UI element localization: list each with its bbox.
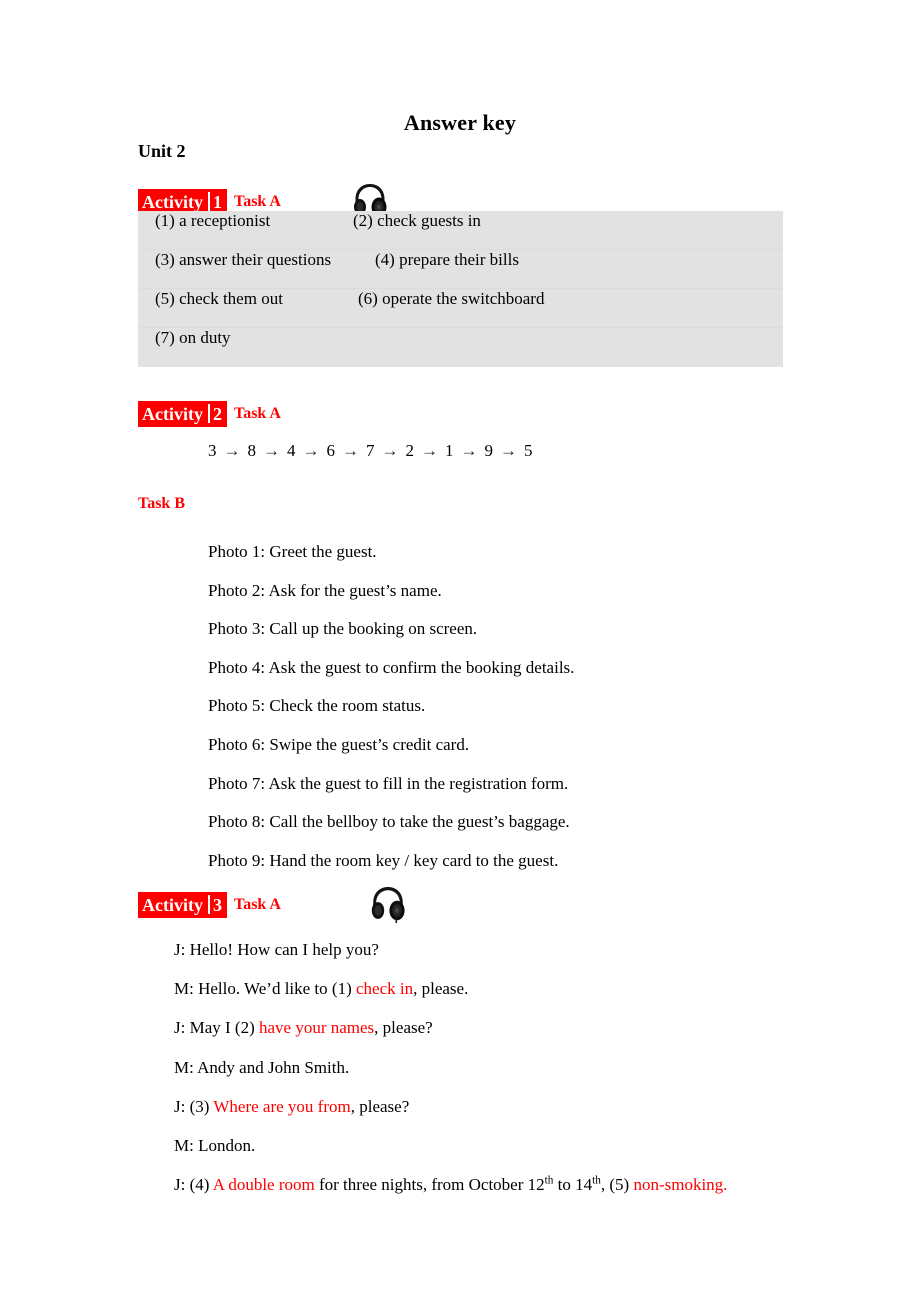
- dialogue-answer: non-smoking.: [633, 1175, 728, 1195]
- arrow-icon: →: [381, 441, 399, 460]
- activity-2-badge-number: 2: [212, 403, 222, 424]
- arrow-icon: →: [223, 441, 241, 460]
- activity-2-photo-list: Photo 1: Greet the guest. Photo 2: Ask f…: [208, 533, 868, 880]
- activity-badge-separator: [207, 895, 210, 914]
- list-item: Photo 3: Call up the booking on screen.: [208, 619, 478, 639]
- sequence-number: 5: [524, 441, 533, 460]
- sequence-number: 2: [405, 441, 415, 460]
- dialogue-line: M: Andy and John Smith.: [174, 1048, 894, 1087]
- list-item: Photo 7: Ask the guest to fill in the re…: [208, 773, 569, 793]
- activity-3-badge-number: 3: [212, 894, 222, 915]
- headphones-icon: [370, 884, 406, 924]
- sequence-number: 1: [445, 441, 454, 460]
- dialogue-text: M: London.: [174, 1135, 256, 1155]
- sequence-number: 4: [287, 441, 296, 460]
- activity-2-task-b-label: Task B: [138, 495, 185, 512]
- activity-1-badge-word: Activity: [142, 191, 203, 212]
- answer-row: (1) a receptionist (2) check guests in: [138, 211, 783, 250]
- answer-row: (7) on duty: [138, 328, 783, 367]
- dialogue-text: , please?: [350, 1096, 410, 1116]
- dialogue-answer: A double room: [212, 1175, 315, 1195]
- dialogue-answer: check in: [355, 979, 414, 999]
- dialogue-text: J: (4): [174, 1175, 213, 1195]
- dialogue-text: M: Hello. We’d like to (1): [174, 979, 356, 999]
- ordinal-suffix: th: [592, 1174, 601, 1187]
- dialogue-text: , please?: [374, 1018, 433, 1038]
- activity-2-header: Activity 2 Task A: [138, 401, 281, 427]
- dialogue-text: J: Hello! How can I help you?: [174, 940, 379, 959]
- activity-2-task-a-label: Task A: [233, 405, 281, 422]
- arrow-icon: →: [342, 441, 359, 460]
- dialogue-text: to 14: [553, 1175, 593, 1195]
- list-item: Photo 4: Ask the guest to confirm the bo…: [208, 657, 575, 677]
- list-item: Photo 9: Hand the room key / key card to…: [208, 850, 559, 870]
- sequence-number: 8: [247, 441, 257, 460]
- answer-cell: (6) operate the switchboard: [358, 289, 545, 308]
- dialogue-line-final: J: (4) A double room for three nights, f…: [174, 1165, 894, 1204]
- activity-2-badge: Activity 2: [138, 401, 227, 427]
- activity-3-task-label: Task A: [233, 896, 281, 913]
- activity-3-badge: Activity 3: [138, 892, 227, 918]
- sequence-number: 3: [208, 441, 217, 460]
- page-title: Answer key: [403, 110, 517, 135]
- answer-row: (3) answer their questions (4) prepare t…: [138, 250, 783, 289]
- sequence-number: 9: [484, 441, 494, 460]
- answer-cell: (1) a receptionist: [155, 211, 271, 230]
- answer-row: (5) check them out (6) operate the switc…: [138, 289, 783, 328]
- dialogue-text: , (5): [600, 1175, 634, 1195]
- sequence-number: 6: [326, 441, 336, 460]
- activity-1-answer-block: (1) a receptionist (2) check guests in (…: [138, 211, 783, 367]
- activity-2-sequence: 3 → 8 → 4 → 6 → 7 → 2 → 1 → 9 → 5: [208, 441, 533, 461]
- dialogue-line: J: May I (2) have your names, please?: [174, 1008, 894, 1047]
- answer-cell: (5) check them out: [155, 289, 283, 308]
- arrow-icon: →: [302, 441, 320, 460]
- activity-3-header: Activity 3 Task A: [138, 892, 281, 918]
- answer-key-page: Answer key Unit 2 Activity 1 Task A (1) …: [0, 0, 920, 1302]
- list-item: Photo 5: Check the room status.: [208, 696, 426, 716]
- dialogue-text: J: (3): [174, 1096, 214, 1116]
- dialogue-line: J: Hello! How can I help you?: [174, 930, 894, 969]
- answer-cell: (3) answer their questions: [155, 250, 332, 269]
- dialogue-text: , please.: [413, 979, 469, 999]
- list-item: Photo 6: Swipe the guest’s credit card.: [208, 734, 470, 754]
- list-item: Photo 8: Call the bellboy to take the gu…: [208, 812, 570, 832]
- activity-1-task-label: Task A: [233, 193, 281, 210]
- dialogue-text: for three nights, from October 12: [314, 1175, 545, 1195]
- unit-heading: Unit 2: [138, 141, 186, 161]
- sequence-number: 7: [366, 441, 375, 460]
- dialogue-answer: Where are you from: [213, 1096, 351, 1116]
- arrow-icon: →: [500, 441, 517, 460]
- activity-2-badge-word: Activity: [142, 403, 203, 424]
- dialogue-text: J: May I (2): [174, 1018, 259, 1038]
- answer-cell: (4) prepare their bills: [375, 250, 519, 269]
- answer-cell: (7) on duty: [155, 328, 231, 347]
- dialogue-text: M: Andy and John Smith.: [174, 1057, 350, 1077]
- arrow-icon: →: [421, 441, 438, 460]
- activity-badge-separator: [207, 192, 210, 211]
- activity-1-badge-number: 1: [212, 191, 222, 212]
- arrow-icon: →: [263, 441, 280, 460]
- dialogue-line: M: London.: [174, 1126, 894, 1165]
- dialogue-answer: have your names: [258, 1018, 375, 1038]
- list-item: Photo 2: Ask for the guest’s name.: [208, 580, 442, 600]
- arrow-icon: →: [460, 441, 478, 460]
- activity-badge-separator: [207, 404, 210, 423]
- activity-3-badge-word: Activity: [142, 894, 203, 915]
- dialogue-line: M: Hello. We’d like to (1) check in, ple…: [174, 969, 894, 1008]
- activity-3-dialogue: J: Hello! How can I help you? M: Hello. …: [174, 930, 894, 1204]
- list-item: Photo 1: Greet the guest.: [208, 542, 377, 561]
- dialogue-line: J: (3) Where are you from, please?: [174, 1087, 894, 1126]
- answer-cell: (2) check guests in: [353, 211, 481, 230]
